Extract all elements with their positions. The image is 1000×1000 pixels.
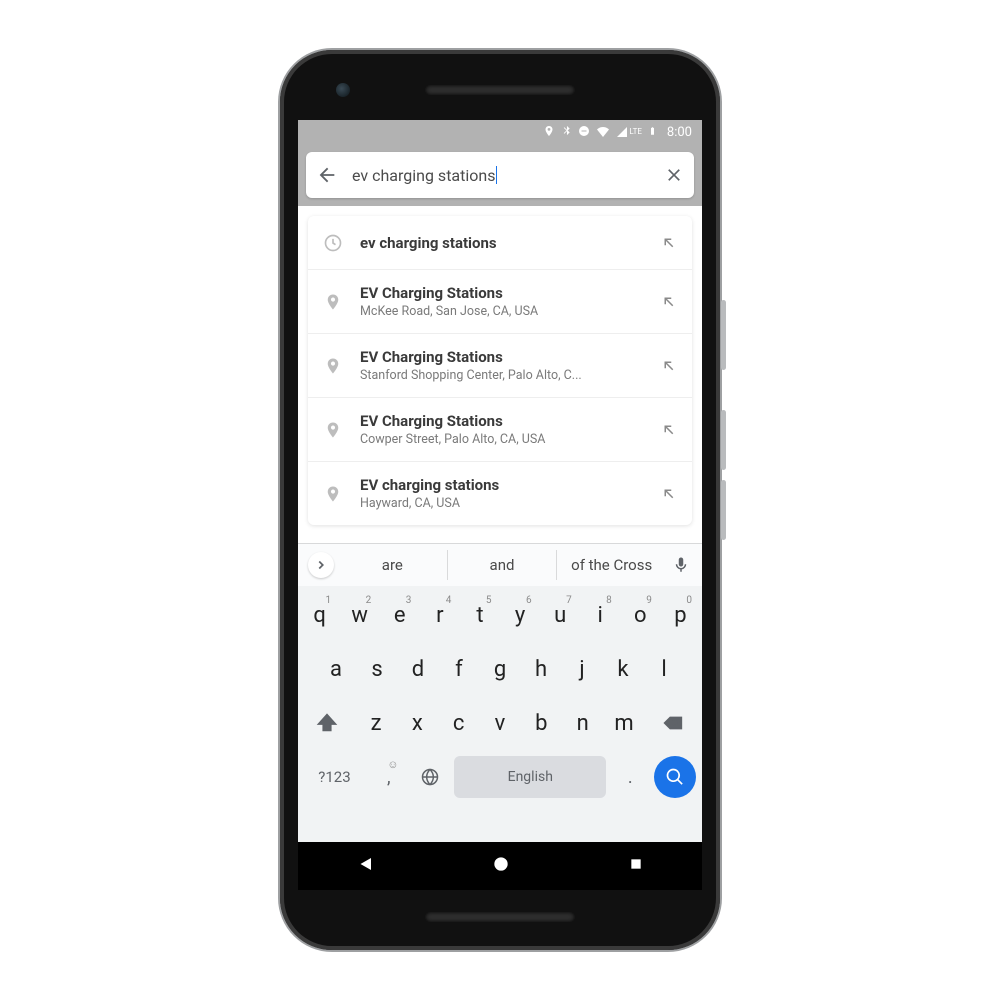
suggestion-title: EV Charging Stations — [360, 412, 644, 430]
nav-recents-icon[interactable] — [628, 856, 644, 876]
suggestion-title: EV Charging Stations — [360, 284, 644, 302]
front-camera — [336, 83, 350, 97]
key-q[interactable]: q1 — [302, 592, 337, 638]
keyboard: are and of the Cross q1w2e3r4t5y6u7i8o9p… — [298, 543, 702, 890]
key-f[interactable]: f — [441, 646, 477, 692]
shift-key[interactable] — [302, 700, 353, 746]
backspace-key[interactable] — [647, 700, 698, 746]
suggestion-subtitle: Cowper Street, Palo Alto, CA, USA — [360, 432, 644, 447]
keyboard-text-suggestion[interactable]: and — [447, 550, 557, 580]
suggestion-title: ev charging stations — [360, 234, 644, 252]
volume-down-button — [721, 480, 726, 540]
bluetooth-icon — [561, 125, 572, 139]
suggestion-row[interactable]: EV Charging Stations Cowper Street, Palo… — [308, 398, 692, 462]
key-v[interactable]: v — [482, 700, 518, 746]
key-j[interactable]: j — [564, 646, 600, 692]
key-s[interactable]: s — [359, 646, 395, 692]
suggestion-text: EV charging stations Hayward, CA, USA — [360, 476, 644, 511]
suggestion-subtitle: Hayward, CA, USA — [360, 496, 644, 511]
key-d[interactable]: d — [400, 646, 436, 692]
status-bar: LTE 8:00 — [298, 120, 702, 144]
suggestion-text: ev charging stations — [360, 234, 644, 252]
expand-suggestions-icon[interactable] — [308, 552, 334, 578]
volume-up-button — [721, 410, 726, 470]
key-p[interactable]: p0 — [663, 592, 698, 638]
key-a[interactable]: a — [318, 646, 354, 692]
phone-screen: LTE 8:00 ev charging stations — [298, 120, 702, 890]
history-icon — [322, 233, 344, 253]
phone-frame: LTE 8:00 ev charging stations — [280, 50, 720, 950]
key-c[interactable]: c — [441, 700, 477, 746]
suggestion-row[interactable]: EV Charging Stations McKee Road, San Jos… — [308, 270, 692, 334]
keyboard-text-suggestion[interactable]: are — [338, 550, 447, 580]
suggestion-subtitle: Stanford Shopping Center, Palo Alto, C..… — [360, 368, 644, 383]
nav-home-icon[interactable] — [491, 854, 511, 878]
spacebar-key[interactable]: English — [454, 756, 606, 798]
keyboard-text-suggestion[interactable]: of the Cross — [556, 550, 666, 580]
location-icon — [543, 125, 555, 140]
key-o[interactable]: o9 — [623, 592, 658, 638]
key-k[interactable]: k — [605, 646, 641, 692]
keyboard-bottom-row: ?123 ,☺ English . — [298, 752, 702, 808]
search-input[interactable]: ev charging stations — [352, 166, 650, 185]
pin-icon — [322, 421, 344, 439]
search-key[interactable] — [654, 756, 696, 798]
key-m[interactable]: m — [606, 700, 642, 746]
pin-icon — [322, 357, 344, 375]
signal-icon: LTE — [616, 126, 642, 138]
key-u[interactable]: u7 — [543, 592, 578, 638]
insert-arrow-icon[interactable] — [660, 357, 678, 375]
emoji-hint-icon: ☺ — [387, 758, 398, 771]
nav-back-icon[interactable] — [356, 855, 374, 877]
search-bar-container: ev charging stations — [298, 144, 702, 206]
back-icon[interactable] — [316, 164, 338, 186]
pin-icon — [322, 485, 344, 503]
suggestion-row[interactable]: EV charging stations Hayward, CA, USA — [308, 462, 692, 525]
suggestion-row[interactable]: EV Charging Stations Stanford Shopping C… — [308, 334, 692, 398]
key-l[interactable]: l — [646, 646, 682, 692]
key-b[interactable]: b — [523, 700, 559, 746]
key-z[interactable]: z — [358, 700, 394, 746]
keyboard-suggestion-bar: are and of the Cross — [298, 544, 702, 586]
key-h[interactable]: h — [523, 646, 559, 692]
suggestion-text: EV Charging Stations Cowper Street, Palo… — [360, 412, 644, 447]
battery-icon — [648, 124, 657, 141]
power-button — [721, 300, 726, 370]
suggestion-list: ev charging stations EV Charging Station… — [308, 216, 692, 525]
do-not-disturb-icon — [578, 125, 590, 140]
clear-icon[interactable] — [664, 165, 684, 185]
mic-icon[interactable] — [666, 556, 696, 574]
key-t[interactable]: t5 — [462, 592, 497, 638]
suggestion-title: EV charging stations — [360, 476, 644, 494]
language-key[interactable] — [413, 756, 449, 798]
suggestion-title: EV Charging Stations — [360, 348, 644, 366]
key-w[interactable]: w2 — [342, 592, 377, 638]
suggestion-subtitle: McKee Road, San Jose, CA, USA — [360, 304, 644, 319]
insert-arrow-icon[interactable] — [660, 293, 678, 311]
key-r[interactable]: r4 — [422, 592, 457, 638]
suggestion-text: EV Charging Stations McKee Road, San Jos… — [360, 284, 644, 319]
key-x[interactable]: x — [399, 700, 435, 746]
period-key[interactable]: . — [612, 756, 648, 798]
comma-key[interactable]: ,☺ — [371, 756, 407, 798]
symbols-key[interactable]: ?123 — [304, 756, 365, 798]
insert-arrow-icon[interactable] — [660, 421, 678, 439]
insert-arrow-icon[interactable] — [660, 485, 678, 503]
keyboard-keys: q1w2e3r4t5y6u7i8o9p0 asdfghjkl zxcvbnm — [298, 586, 702, 752]
search-bar: ev charging stations — [306, 152, 694, 198]
suggestion-text: EV Charging Stations Stanford Shopping C… — [360, 348, 644, 383]
key-y[interactable]: y6 — [503, 592, 538, 638]
key-e[interactable]: e3 — [382, 592, 417, 638]
earpiece-speaker — [425, 85, 575, 95]
key-i[interactable]: i8 — [583, 592, 618, 638]
key-g[interactable]: g — [482, 646, 518, 692]
pin-icon — [322, 293, 344, 311]
android-nav-bar — [298, 842, 702, 890]
key-n[interactable]: n — [565, 700, 601, 746]
wifi-icon — [596, 125, 610, 140]
insert-arrow-icon[interactable] — [660, 234, 678, 252]
status-time: 8:00 — [667, 125, 692, 140]
suggestion-row[interactable]: ev charging stations — [308, 216, 692, 270]
bottom-speaker — [425, 912, 575, 922]
